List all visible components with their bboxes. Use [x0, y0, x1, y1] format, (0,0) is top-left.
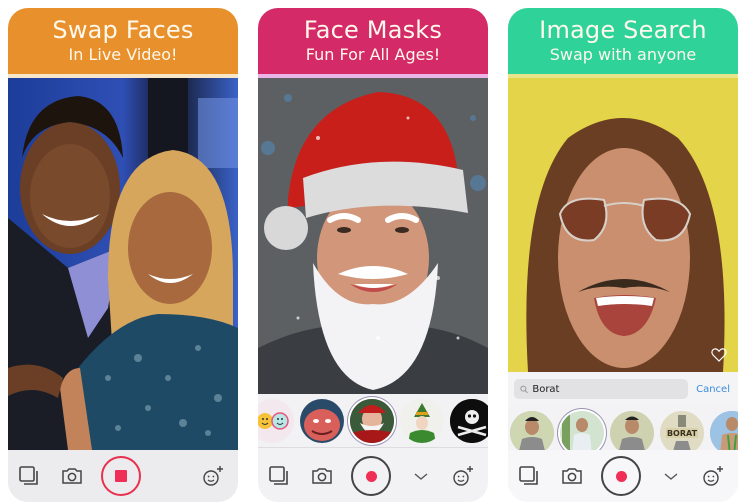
- camera-icon: [61, 468, 82, 484]
- live-video-preview: [508, 78, 738, 372]
- mask-elf[interactable]: [400, 398, 444, 443]
- card-header: Face Masks Fun For All Ages!: [258, 8, 488, 74]
- result-thumbnail: [510, 410, 554, 455]
- result-thumbnail: [710, 410, 738, 455]
- camera-toolbar: [508, 450, 738, 502]
- add-face-icon: [453, 466, 473, 486]
- pirate-flag-icon: [450, 398, 488, 443]
- live-video-preview: [258, 78, 488, 394]
- gallery-button[interactable]: [266, 463, 292, 489]
- card-title: Swap Faces: [52, 16, 194, 44]
- record-dot-icon: [365, 470, 377, 482]
- add-face-icon: [703, 466, 723, 486]
- camera-toolbar: [258, 450, 488, 502]
- gallery-button[interactable]: [16, 463, 42, 489]
- mask-santa[interactable]: [350, 398, 394, 443]
- card-subtitle: Swap with anyone: [549, 45, 697, 64]
- mask-picker: [258, 394, 488, 448]
- camera-icon: [561, 468, 582, 484]
- face-swap-emoji-icon: [258, 411, 289, 430]
- add-face-button[interactable]: [450, 463, 476, 489]
- caricature-face: [304, 408, 340, 441]
- gallery-icon: [269, 466, 288, 485]
- chevron-down-icon: [414, 473, 427, 480]
- stop-recording-button[interactable]: [101, 456, 141, 496]
- mask-pirate[interactable]: [450, 398, 488, 443]
- add-face-icon: [203, 466, 223, 486]
- chevron-down-icon: [664, 473, 677, 480]
- camera-button[interactable]: [559, 463, 585, 489]
- screenshot-card-face-masks: Face Masks Fun For All Ages!: [258, 8, 488, 502]
- card-header: Image Search Swap with anyone: [508, 8, 738, 74]
- add-face-button[interactable]: [200, 463, 226, 489]
- stop-icon: [115, 470, 127, 482]
- search-icon: [520, 385, 528, 393]
- record-button[interactable]: [351, 456, 391, 496]
- camera-toolbar: [8, 450, 238, 502]
- camera-button[interactable]: [309, 463, 335, 489]
- search-result[interactable]: [560, 410, 604, 455]
- borat-poster-thumbnail: BORAT: [660, 410, 704, 455]
- gallery-icon: [519, 466, 538, 485]
- search-row: Cancel: [508, 372, 738, 406]
- result-thumbnail: [560, 410, 604, 455]
- mask-caricature[interactable]: [300, 398, 344, 443]
- card-title: Face Masks: [303, 16, 443, 44]
- face-swap-photo: [8, 78, 238, 450]
- search-result[interactable]: [710, 410, 738, 455]
- elf-face: [408, 402, 436, 443]
- card-subtitle: Fun For All Ages!: [305, 45, 441, 64]
- camera-icon: [311, 468, 332, 484]
- screenshot-card-image-search: Image Search Swap with anyone Cancel: [508, 8, 738, 502]
- mask-face-swap[interactable]: [258, 398, 294, 443]
- search-input[interactable]: [532, 383, 689, 395]
- gallery-button[interactable]: [516, 463, 542, 489]
- cancel-search-button[interactable]: Cancel: [696, 384, 730, 395]
- record-button[interactable]: [601, 456, 641, 496]
- mustache-man-photo: [508, 78, 738, 372]
- search-result[interactable]: [510, 410, 554, 455]
- live-video-preview: [8, 78, 238, 450]
- svg-text:BORAT: BORAT: [667, 429, 698, 438]
- result-thumbnail: [610, 410, 654, 455]
- card-subtitle: In Live Video!: [68, 45, 178, 64]
- camera-button[interactable]: [59, 463, 85, 489]
- santa-face: [350, 398, 394, 443]
- search-result[interactable]: [610, 410, 654, 455]
- gallery-icon: [19, 466, 38, 485]
- search-result-poster[interactable]: BORAT: [660, 410, 704, 455]
- favorite-button[interactable]: [710, 346, 728, 364]
- card-header: Swap Faces In Live Video!: [8, 8, 238, 74]
- card-title: Image Search: [539, 16, 707, 44]
- add-face-button[interactable]: [700, 463, 726, 489]
- collapse-button[interactable]: [408, 463, 434, 489]
- collapse-button[interactable]: [658, 463, 684, 489]
- screenshot-card-swap-faces: Swap Faces In Live Video!: [8, 8, 238, 502]
- search-field[interactable]: [514, 379, 689, 399]
- record-dot-icon: [615, 470, 627, 482]
- santa-mask-photo: [258, 78, 488, 394]
